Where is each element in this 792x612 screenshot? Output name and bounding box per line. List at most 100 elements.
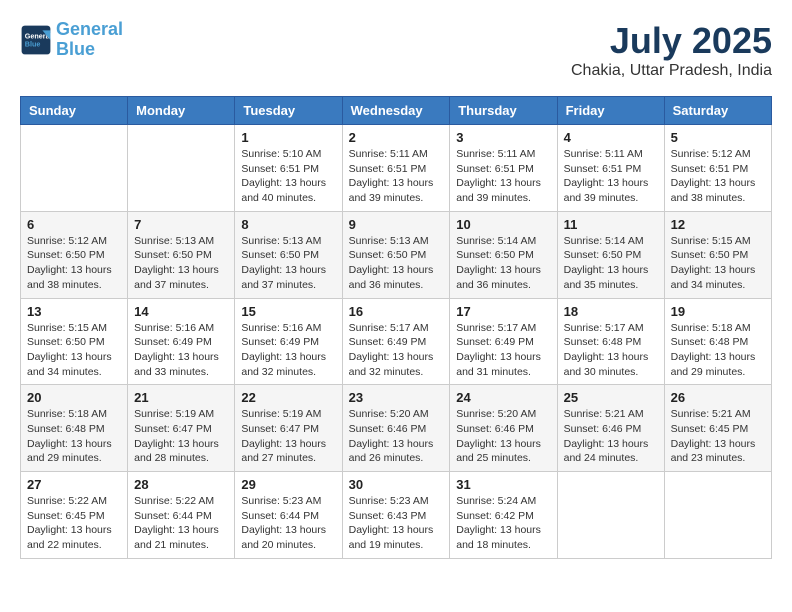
calendar-cell: 8 Sunrise: 5:13 AM Sunset: 6:50 PM Daylig… bbox=[235, 211, 342, 298]
day-number: 12 bbox=[671, 217, 765, 232]
day-info: Sunrise: 5:17 AM Sunset: 6:49 PM Dayligh… bbox=[456, 321, 550, 380]
weekday-header-saturday: Saturday bbox=[664, 97, 771, 125]
calendar-cell: 25 Sunrise: 5:21 AM Sunset: 6:46 PM Dayli… bbox=[557, 385, 664, 472]
day-number: 30 bbox=[349, 477, 444, 492]
calendar-cell: 5 Sunrise: 5:12 AM Sunset: 6:51 PM Daylig… bbox=[664, 125, 771, 212]
calendar-cell: 23 Sunrise: 5:20 AM Sunset: 6:46 PM Dayli… bbox=[342, 385, 450, 472]
day-info: Sunrise: 5:15 AM Sunset: 6:50 PM Dayligh… bbox=[671, 234, 765, 293]
day-number: 28 bbox=[134, 477, 228, 492]
day-number: 26 bbox=[671, 390, 765, 405]
day-info: Sunrise: 5:19 AM Sunset: 6:47 PM Dayligh… bbox=[134, 407, 228, 466]
day-info: Sunrise: 5:16 AM Sunset: 6:49 PM Dayligh… bbox=[134, 321, 228, 380]
calendar-cell: 20 Sunrise: 5:18 AM Sunset: 6:48 PM Dayli… bbox=[21, 385, 128, 472]
calendar-cell: 14 Sunrise: 5:16 AM Sunset: 6:49 PM Dayli… bbox=[128, 298, 235, 385]
calendar-cell: 1 Sunrise: 5:10 AM Sunset: 6:51 PM Daylig… bbox=[235, 125, 342, 212]
calendar-cell: 27Sunrise: 5:22 AM Sunset: 6:45 PM Dayli… bbox=[21, 472, 128, 559]
day-number: 1 bbox=[241, 130, 335, 145]
day-info: Sunrise: 5:17 AM Sunset: 6:49 PM Dayligh… bbox=[349, 321, 444, 380]
weekday-header-monday: Monday bbox=[128, 97, 235, 125]
calendar-cell: 10Sunrise: 5:14 AM Sunset: 6:50 PM Dayli… bbox=[450, 211, 557, 298]
day-info: Sunrise: 5:12 AM Sunset: 6:50 PM Dayligh… bbox=[27, 234, 121, 293]
logo-icon: General Blue bbox=[20, 24, 52, 56]
day-number: 3 bbox=[456, 130, 550, 145]
day-info: Sunrise: 5:20 AM Sunset: 6:46 PM Dayligh… bbox=[456, 407, 550, 466]
calendar-cell: 12 Sunrise: 5:15 AM Sunset: 6:50 PM Dayli… bbox=[664, 211, 771, 298]
day-info: Sunrise: 5:10 AM Sunset: 6:51 PM Dayligh… bbox=[241, 147, 335, 206]
day-number: 5 bbox=[671, 130, 765, 145]
day-info: Sunrise: 5:13 AM Sunset: 6:50 PM Dayligh… bbox=[241, 234, 335, 293]
calendar-cell bbox=[128, 125, 235, 212]
day-info: Sunrise: 5:17 AM Sunset: 6:48 PM Dayligh… bbox=[564, 321, 658, 380]
day-info: Sunrise: 5:11 AM Sunset: 6:51 PM Dayligh… bbox=[456, 147, 550, 206]
day-number: 25 bbox=[564, 390, 658, 405]
weekday-header-sunday: Sunday bbox=[21, 97, 128, 125]
calendar-cell: 2Sunrise: 5:11 AM Sunset: 6:51 PM Daylig… bbox=[342, 125, 450, 212]
calendar-week-3: 13 Sunrise: 5:15 AM Sunset: 6:50 PM Dayli… bbox=[21, 298, 772, 385]
logo: General Blue General Blue bbox=[20, 20, 123, 60]
calendar-cell: 31Sunrise: 5:24 AM Sunset: 6:42 PM Dayli… bbox=[450, 472, 557, 559]
day-number: 9 bbox=[349, 217, 444, 232]
calendar-cell bbox=[557, 472, 664, 559]
calendar-cell: 6 Sunrise: 5:12 AM Sunset: 6:50 PM Daylig… bbox=[21, 211, 128, 298]
day-info: Sunrise: 5:19 AM Sunset: 6:47 PM Dayligh… bbox=[241, 407, 335, 466]
day-number: 14 bbox=[134, 304, 228, 319]
day-info: Sunrise: 5:21 AM Sunset: 6:46 PM Dayligh… bbox=[564, 407, 658, 466]
calendar-cell: 18 Sunrise: 5:17 AM Sunset: 6:48 PM Dayli… bbox=[557, 298, 664, 385]
calendar-cell: 4 Sunrise: 5:11 AM Sunset: 6:51 PM Daylig… bbox=[557, 125, 664, 212]
calendar-week-4: 20 Sunrise: 5:18 AM Sunset: 6:48 PM Dayli… bbox=[21, 385, 772, 472]
day-number: 24 bbox=[456, 390, 550, 405]
calendar-cell: 19Sunrise: 5:18 AM Sunset: 6:48 PM Dayli… bbox=[664, 298, 771, 385]
calendar-cell: 28 Sunrise: 5:22 AM Sunset: 6:44 PM Dayli… bbox=[128, 472, 235, 559]
day-info: Sunrise: 5:20 AM Sunset: 6:46 PM Dayligh… bbox=[349, 407, 444, 466]
day-number: 8 bbox=[241, 217, 335, 232]
day-number: 19 bbox=[671, 304, 765, 319]
day-number: 23 bbox=[349, 390, 444, 405]
day-number: 20 bbox=[27, 390, 121, 405]
day-number: 27 bbox=[27, 477, 121, 492]
calendar-cell: 21Sunrise: 5:19 AM Sunset: 6:47 PM Dayli… bbox=[128, 385, 235, 472]
calendar-cell: 11 Sunrise: 5:14 AM Sunset: 6:50 PM Dayli… bbox=[557, 211, 664, 298]
weekday-header-wednesday: Wednesday bbox=[342, 97, 450, 125]
weekday-header-friday: Friday bbox=[557, 97, 664, 125]
day-number: 18 bbox=[564, 304, 658, 319]
day-number: 11 bbox=[564, 217, 658, 232]
calendar-cell: 29Sunrise: 5:23 AM Sunset: 6:44 PM Dayli… bbox=[235, 472, 342, 559]
svg-text:Blue: Blue bbox=[25, 39, 41, 48]
day-info: Sunrise: 5:15 AM Sunset: 6:50 PM Dayligh… bbox=[27, 321, 121, 380]
day-info: Sunrise: 5:21 AM Sunset: 6:45 PM Dayligh… bbox=[671, 407, 765, 466]
day-number: 4 bbox=[564, 130, 658, 145]
title-block: July 2025 Chakia, Uttar Pradesh, India bbox=[571, 20, 772, 80]
calendar-body: 1 Sunrise: 5:10 AM Sunset: 6:51 PM Daylig… bbox=[21, 125, 772, 559]
day-info: Sunrise: 5:24 AM Sunset: 6:42 PM Dayligh… bbox=[456, 494, 550, 553]
day-number: 10 bbox=[456, 217, 550, 232]
weekday-header-thursday: Thursday bbox=[450, 97, 557, 125]
calendar-cell: 16Sunrise: 5:17 AM Sunset: 6:49 PM Dayli… bbox=[342, 298, 450, 385]
weekday-header-tuesday: Tuesday bbox=[235, 97, 342, 125]
day-number: 7 bbox=[134, 217, 228, 232]
day-info: Sunrise: 5:11 AM Sunset: 6:51 PM Dayligh… bbox=[564, 147, 658, 206]
day-info: Sunrise: 5:13 AM Sunset: 6:50 PM Dayligh… bbox=[134, 234, 228, 293]
day-number: 17 bbox=[456, 304, 550, 319]
day-info: Sunrise: 5:18 AM Sunset: 6:48 PM Dayligh… bbox=[27, 407, 121, 466]
calendar-week-1: 1 Sunrise: 5:10 AM Sunset: 6:51 PM Daylig… bbox=[21, 125, 772, 212]
month-title: July 2025 bbox=[571, 20, 772, 62]
day-info: Sunrise: 5:14 AM Sunset: 6:50 PM Dayligh… bbox=[564, 234, 658, 293]
day-number: 6 bbox=[27, 217, 121, 232]
calendar-cell: 22Sunrise: 5:19 AM Sunset: 6:47 PM Dayli… bbox=[235, 385, 342, 472]
logo-text: General Blue bbox=[56, 20, 123, 60]
day-info: Sunrise: 5:12 AM Sunset: 6:51 PM Dayligh… bbox=[671, 147, 765, 206]
calendar-cell: 24 Sunrise: 5:20 AM Sunset: 6:46 PM Dayli… bbox=[450, 385, 557, 472]
day-info: Sunrise: 5:11 AM Sunset: 6:51 PM Dayligh… bbox=[349, 147, 444, 206]
day-number: 29 bbox=[241, 477, 335, 492]
calendar-cell: 15 Sunrise: 5:16 AM Sunset: 6:49 PM Dayli… bbox=[235, 298, 342, 385]
calendar-cell: 13 Sunrise: 5:15 AM Sunset: 6:50 PM Dayli… bbox=[21, 298, 128, 385]
calendar-cell: 30 Sunrise: 5:23 AM Sunset: 6:43 PM Dayli… bbox=[342, 472, 450, 559]
day-number: 15 bbox=[241, 304, 335, 319]
day-number: 13 bbox=[27, 304, 121, 319]
day-info: Sunrise: 5:22 AM Sunset: 6:44 PM Dayligh… bbox=[134, 494, 228, 553]
day-info: Sunrise: 5:16 AM Sunset: 6:49 PM Dayligh… bbox=[241, 321, 335, 380]
day-info: Sunrise: 5:13 AM Sunset: 6:50 PM Dayligh… bbox=[349, 234, 444, 293]
weekday-header-row: SundayMondayTuesdayWednesdayThursdayFrid… bbox=[21, 97, 772, 125]
calendar-cell: 9 Sunrise: 5:13 AM Sunset: 6:50 PM Daylig… bbox=[342, 211, 450, 298]
day-info: Sunrise: 5:23 AM Sunset: 6:43 PM Dayligh… bbox=[349, 494, 444, 553]
